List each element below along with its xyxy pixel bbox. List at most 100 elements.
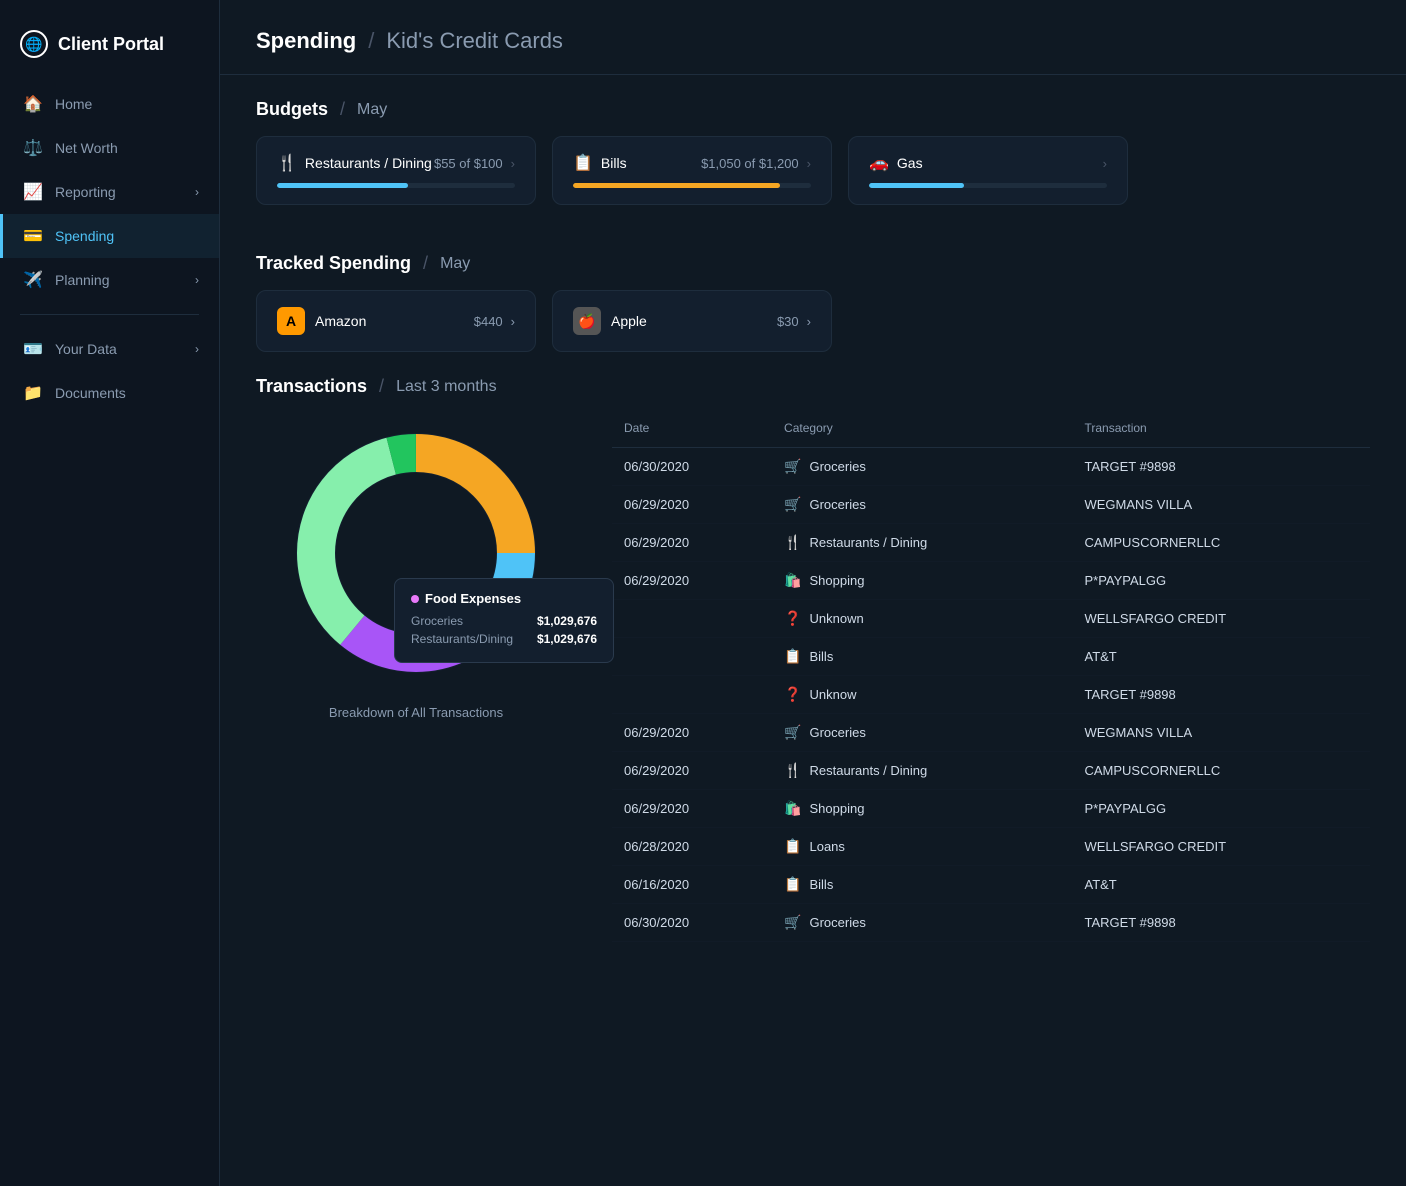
- gas-progress-fill: [869, 183, 964, 188]
- sidebar-item-documents[interactable]: 📁 Documents: [0, 371, 219, 415]
- dining-progress-fill: [277, 183, 408, 188]
- cell-transaction-11: AT&T: [1072, 866, 1370, 904]
- home-icon: 🏠: [23, 94, 43, 114]
- sidebar-item-planning[interactable]: ✈️ Planning ›: [0, 258, 219, 302]
- budget-card-dining[interactable]: 🍴 Restaurants / Dining $55 of $100 ›: [256, 136, 536, 205]
- budgets-section: Budgets / May 🍴 Restaurants / Dining $55…: [220, 75, 1406, 229]
- sidebar-label-spending: Spending: [55, 228, 114, 244]
- table-row: 06/29/2020 🍴 Restaurants / Dining CAMPUS…: [612, 752, 1370, 790]
- transactions-layout: Food Expenses Groceries $1,029,676 Resta…: [256, 413, 1370, 942]
- cell-category-10: 📋 Loans: [772, 828, 1072, 866]
- tracked-sep: /: [423, 253, 428, 274]
- budget-cards-list: 🍴 Restaurants / Dining $55 of $100 › 📋: [256, 136, 1370, 205]
- budget-card-gas[interactable]: 🚗 Gas ›: [848, 136, 1128, 205]
- budget-card-bills[interactable]: 📋 Bills $1,050 of $1,200 ›: [552, 136, 832, 205]
- transactions-sep: /: [379, 376, 384, 397]
- table-row: 06/30/2020 🛒 Groceries TARGET #9898: [612, 904, 1370, 942]
- col-category: Category: [772, 413, 1072, 448]
- budget-label-dining: Restaurants / Dining: [305, 155, 432, 171]
- table-row: 06/29/2020 🍴 Restaurants / Dining CAMPUS…: [612, 524, 1370, 562]
- table-side: Date Category Transaction 06/30/2020 🛒 G…: [612, 413, 1370, 942]
- page-header: Spending / Kid's Credit Cards: [220, 0, 1406, 75]
- sidebar-item-home[interactable]: 🏠 Home: [0, 82, 219, 126]
- main-content: Spending / Kid's Credit Cards Budgets / …: [220, 0, 1406, 1186]
- documents-icon: 📁: [23, 383, 43, 403]
- tracked-label-apple: Apple: [611, 313, 647, 329]
- col-date: Date: [612, 413, 772, 448]
- gas-chevron: ›: [1103, 156, 1107, 171]
- budgets-label: Budgets: [256, 99, 328, 120]
- bills-progress-fill: [573, 183, 780, 188]
- cell-date-11: 06/16/2020: [612, 866, 772, 904]
- table-row: ❓ Unknow TARGET #9898: [612, 676, 1370, 714]
- cell-category-1: 🛒 Groceries: [772, 486, 1072, 524]
- tracked-label: Tracked Spending: [256, 253, 411, 274]
- cat-label-8: Restaurants / Dining: [809, 763, 927, 778]
- cat-icon-7: 🛒: [784, 724, 801, 741]
- tracked-amount-amazon: $440: [474, 314, 503, 329]
- dining-progress-bar: [277, 183, 515, 188]
- sidebar-label-planning: Planning: [55, 272, 110, 288]
- cat-label-3: Shopping: [809, 573, 864, 588]
- cat-label-9: Shopping: [809, 801, 864, 816]
- budget-label-gas: Gas: [897, 155, 923, 171]
- col-transaction: Transaction: [1072, 413, 1370, 448]
- table-row: 06/28/2020 📋 Loans WELLSFARGO CREDIT: [612, 828, 1370, 866]
- tooltip-dot: [411, 595, 419, 603]
- cat-label-2: Restaurants / Dining: [809, 535, 927, 550]
- tracked-card-amazon[interactable]: A Amazon $440 ›: [256, 290, 536, 352]
- cell-transaction-7: WEGMANS VILLA: [1072, 714, 1370, 752]
- apple-chevron: ›: [807, 314, 811, 329]
- breadcrumb-separator: /: [368, 28, 374, 54]
- tracked-card-apple[interactable]: 🍎 Apple $30 ›: [552, 290, 832, 352]
- sidebar-label-reporting: Reporting: [55, 184, 116, 200]
- cell-transaction-10: WELLSFARGO CREDIT: [1072, 828, 1370, 866]
- cell-category-6: ❓ Unknow: [772, 676, 1072, 714]
- sidebar-item-net-worth[interactable]: ⚖️ Net Worth: [0, 126, 219, 170]
- cell-date-3: 06/29/2020: [612, 562, 772, 600]
- transactions-table: Date Category Transaction 06/30/2020 🛒 G…: [612, 413, 1370, 942]
- cell-transaction-6: TARGET #9898: [1072, 676, 1370, 714]
- cat-icon-10: 📋: [784, 838, 801, 855]
- table-row: 06/30/2020 🛒 Groceries TARGET #9898: [612, 448, 1370, 486]
- cat-label-10: Loans: [809, 839, 844, 854]
- gas-icon: 🚗: [869, 153, 889, 173]
- table-body: 06/30/2020 🛒 Groceries TARGET #9898 06/2…: [612, 448, 1370, 942]
- tooltip-title: Food Expenses: [411, 591, 597, 606]
- sidebar-item-your-data[interactable]: 🪪 Your Data ›: [0, 327, 219, 371]
- cell-category-0: 🛒 Groceries: [772, 448, 1072, 486]
- gas-progress-bar: [869, 183, 1107, 188]
- planning-arrow: ›: [195, 273, 199, 287]
- cat-icon-8: 🍴: [784, 762, 801, 779]
- cell-category-3: 🛍️ Shopping: [772, 562, 1072, 600]
- budgets-header: Budgets / May: [256, 99, 1370, 120]
- cell-date-7: 06/29/2020: [612, 714, 772, 752]
- cat-label-6: Unknow: [809, 687, 856, 702]
- reporting-icon: 📈: [23, 182, 43, 202]
- cell-category-5: 📋 Bills: [772, 638, 1072, 676]
- bills-progress-bar: [573, 183, 811, 188]
- cell-date-8: 06/29/2020: [612, 752, 772, 790]
- amazon-icon: A: [277, 307, 305, 335]
- table-head: Date Category Transaction: [612, 413, 1370, 448]
- cat-label-1: Groceries: [809, 497, 865, 512]
- cat-icon-1: 🛒: [784, 496, 801, 513]
- tracked-header: Tracked Spending / May: [256, 253, 1370, 274]
- budget-label-bills: Bills: [601, 155, 627, 171]
- cell-category-7: 🛒 Groceries: [772, 714, 1072, 752]
- cell-date-5: [612, 638, 772, 676]
- table-row: 06/29/2020 🛒 Groceries WEGMANS VILLA: [612, 714, 1370, 752]
- cell-transaction-8: CAMPUSCORNERLLC: [1072, 752, 1370, 790]
- tooltip-row-groceries: Groceries $1,029,676: [411, 614, 597, 628]
- tooltip-value-dining: $1,029,676: [537, 632, 597, 646]
- cell-transaction-3: P*PAYPALGG: [1072, 562, 1370, 600]
- cell-transaction-9: P*PAYPALGG: [1072, 790, 1370, 828]
- tracked-section: Tracked Spending / May A Amazon $440 › 🍎…: [220, 229, 1406, 376]
- cat-label-11: Bills: [809, 877, 833, 892]
- sidebar-item-reporting[interactable]: 📈 Reporting ›: [0, 170, 219, 214]
- sidebar-item-spending[interactable]: 💳 Spending: [0, 214, 219, 258]
- nav-divider: [20, 314, 199, 315]
- cell-category-9: 🛍️ Shopping: [772, 790, 1072, 828]
- sidebar-label-net-worth: Net Worth: [55, 140, 118, 156]
- cell-date-4: [612, 600, 772, 638]
